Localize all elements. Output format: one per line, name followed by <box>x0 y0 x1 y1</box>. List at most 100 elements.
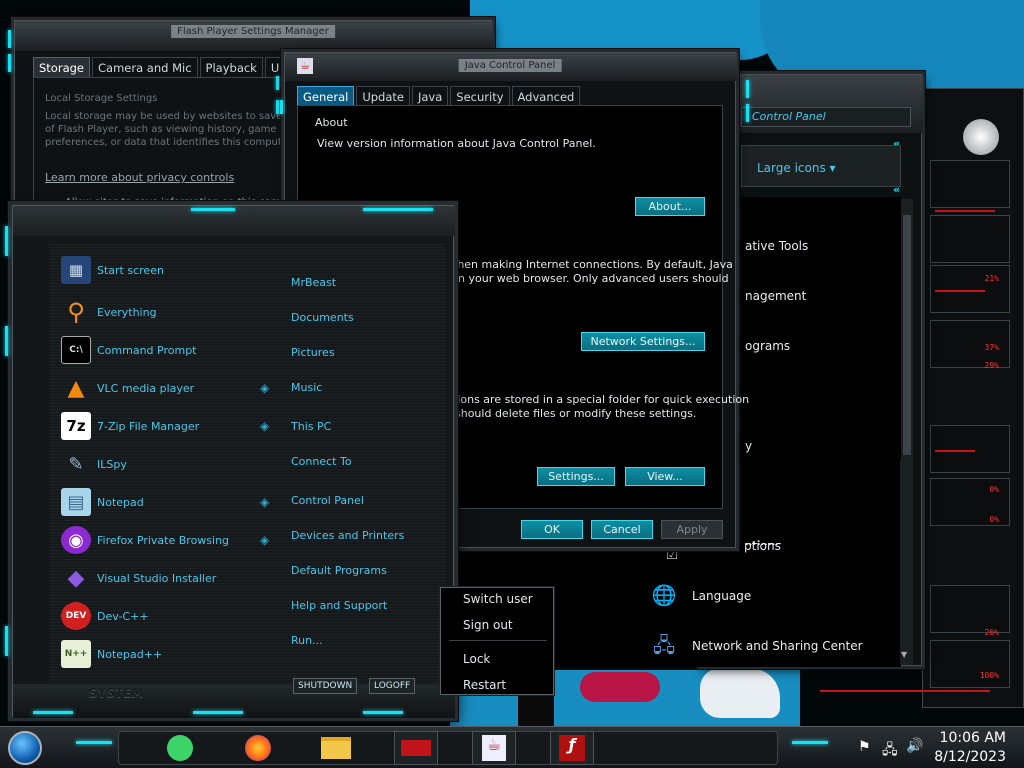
start-item-label: VLC media player <box>97 381 195 395</box>
start-right-default-programs[interactable]: Default Programs <box>291 564 387 577</box>
cp-item-network[interactable]: Network and Sharing Center <box>692 639 863 653</box>
flag-icon[interactable]: ⚑ <box>858 739 871 755</box>
tab-camera-mic[interactable]: Camera and Mic <box>92 57 198 78</box>
tab-general[interactable]: General <box>297 86 355 107</box>
start-right-control-panel[interactable]: Control Panel <box>291 494 364 507</box>
gadget-value: 100% <box>979 671 999 680</box>
command-prompt-icon: C:\ <box>61 336 91 364</box>
ok-button[interactable]: OK <box>521 520 583 539</box>
start-right-documents[interactable]: Documents <box>291 311 354 324</box>
gadget-value: 0% <box>989 515 999 524</box>
window-title: Flash Player Settings Manager <box>171 25 335 38</box>
taskbar-file-explorer[interactable] <box>314 731 358 765</box>
start-menu: ▦ Start screen ⚲ Everything C:\ Command … <box>5 205 455 718</box>
menu-item-sign-out[interactable]: Sign out <box>463 618 513 632</box>
taskbar-notes-app[interactable] <box>158 731 202 765</box>
menu-item-lock[interactable]: Lock <box>463 652 490 666</box>
start-right-music[interactable]: Music <box>291 381 322 394</box>
gadget-value: 26% <box>984 628 999 637</box>
start-item-devcpp[interactable]: DEV Dev-C++ <box>61 601 251 631</box>
tab-java[interactable]: Java <box>411 86 449 107</box>
start-item-label: Notepad <box>97 495 144 509</box>
start-orb-button[interactable] <box>8 731 42 765</box>
menu-item-switch-user[interactable]: Switch user <box>463 592 533 606</box>
logoff-button[interactable]: LOGOFF <box>369 678 416 694</box>
body-line: preferences, or data that identifies thi… <box>45 137 288 148</box>
network-tray-icon[interactable]: 🖧 <box>882 739 898 763</box>
view-button[interactable]: View... <box>625 467 705 486</box>
shutdown-button[interactable]: SHUTDOWN <box>293 678 358 694</box>
gadget-value: 21% <box>984 274 999 283</box>
seven-zip-icon: 7z <box>61 412 91 440</box>
java-icon: ☕ <box>297 58 313 74</box>
gadget-value: 37% <box>984 343 999 352</box>
vlc-icon: ▲ <box>67 375 85 401</box>
taskbar-firefox[interactable] <box>236 731 280 765</box>
cp-item[interactable]: y <box>745 439 752 453</box>
tab-security[interactable]: Security <box>450 86 510 107</box>
cp-item-options[interactable]: ptions <box>744 539 781 553</box>
taskbar-java[interactable]: ☕ <box>472 731 516 765</box>
start-item-label: Visual Studio Installer <box>97 571 217 585</box>
start-right-this-pc[interactable]: This PC <box>291 420 331 433</box>
cp-item[interactable]: ograms <box>745 339 790 353</box>
start-item-firefox-private[interactable]: ◉ Firefox Private Browsing <box>61 525 251 555</box>
start-item-ilspy[interactable]: ✎ ILSpy <box>61 449 251 479</box>
notepadpp-icon: N++ <box>61 640 91 668</box>
start-item-label: Command Prompt <box>97 343 197 357</box>
menu-item-restart[interactable]: Restart <box>463 678 506 692</box>
system-label: SYSTEM <box>89 686 144 700</box>
start-item-vs-installer[interactable]: ◆ Visual Studio Installer <box>61 563 251 593</box>
gadget-value: 0% <box>989 485 999 494</box>
alien-app-icon <box>401 740 431 756</box>
start-right-help-support[interactable]: Help and Support <box>291 599 387 612</box>
firefox-icon <box>245 735 271 761</box>
start-item-vlc[interactable]: ▲ VLC media player <box>61 373 251 403</box>
tab-advanced[interactable]: Advanced <box>511 86 581 107</box>
system-clock[interactable]: 10:06 AM 8/12/2023 <box>934 729 1006 767</box>
start-item-everything[interactable]: ⚲ Everything <box>61 297 251 327</box>
cp-item[interactable]: nagement <box>745 289 806 303</box>
cp-item[interactable]: ative Tools <box>745 239 808 253</box>
taskbar-alienware-app[interactable] <box>394 731 438 765</box>
network-icon: 🖧 <box>652 633 676 657</box>
taskbar-flash[interactable]: ƒ <box>550 731 594 765</box>
submenu-arrow-icon[interactable]: ◈ <box>260 420 272 432</box>
firefox-private-icon: ◉ <box>61 526 91 554</box>
tab-storage[interactable]: Storage <box>33 57 90 78</box>
start-screen-icon: ▦ <box>61 256 91 284</box>
start-item-start-screen[interactable]: ▦ Start screen <box>61 255 251 285</box>
privacy-link[interactable]: Learn more about privacy controls <box>45 171 234 184</box>
start-right-connect-to[interactable]: Connect To <box>291 455 352 468</box>
start-right-run[interactable]: Run... <box>291 634 323 647</box>
visual-studio-icon: ◆ <box>67 565 85 591</box>
about-text: View version information about Java Cont… <box>317 137 596 150</box>
tab-update[interactable]: Update <box>356 86 410 107</box>
alien-logo-icon <box>963 119 999 155</box>
cp-item-language[interactable]: Language <box>692 589 751 603</box>
start-right-devices-printers[interactable]: Devices and Printers <box>291 529 404 542</box>
start-item-7zip[interactable]: 7z 7-Zip File Manager <box>61 411 251 441</box>
start-item-notepadpp[interactable]: N++ Notepad++ <box>61 639 251 669</box>
start-item-command-prompt[interactable]: C:\ Command Prompt <box>61 335 251 365</box>
view-by-dropdown[interactable]: Large icons ▾ <box>757 161 836 175</box>
start-right-mrbeast[interactable]: MrBeast <box>291 276 336 289</box>
temp-files-text: should delete files or modify these sett… <box>455 407 697 420</box>
view-by-value: Large icons <box>757 161 826 175</box>
network-settings-button[interactable]: Network Settings... <box>581 332 705 351</box>
address-bar[interactable]: Control Panel <box>741 107 911 127</box>
submenu-arrow-icon[interactable]: ◈ <box>260 382 272 394</box>
magnifier-icon: ⚲ <box>67 298 85 326</box>
start-right-pictures[interactable]: Pictures <box>291 346 335 359</box>
settings-button[interactable]: Settings... <box>537 467 615 486</box>
gadget-value: 29% <box>984 361 999 370</box>
volume-icon[interactable]: 🔊 <box>906 738 923 754</box>
tab-playback[interactable]: Playback <box>199 57 263 78</box>
breadcrumb[interactable]: Control Panel <box>752 110 826 123</box>
start-item-label: 7-Zip File Manager <box>97 419 200 433</box>
submenu-arrow-icon[interactable]: ◈ <box>260 534 272 546</box>
submenu-arrow-icon[interactable]: ◈ <box>260 496 272 508</box>
start-item-notepad[interactable]: ▤ Notepad <box>61 487 251 517</box>
about-button[interactable]: About... <box>635 197 705 216</box>
cancel-button[interactable]: Cancel <box>591 520 653 539</box>
